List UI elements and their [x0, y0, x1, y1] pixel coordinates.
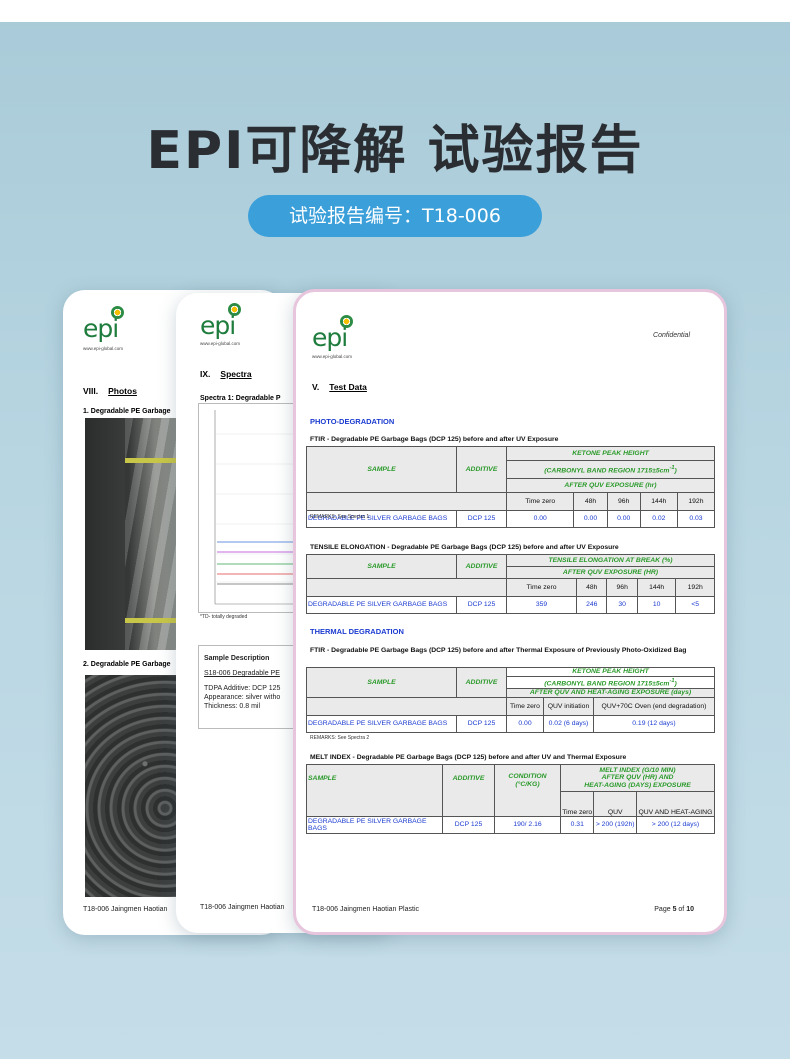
melt-index-table: SAMPLE ADDITIVE CONDITION (°C/KG) MELT IN… [306, 764, 716, 834]
col-header: 144h [636, 578, 677, 597]
col-header: 48h [576, 578, 608, 597]
header-melt-index: MELT INDEX (G/10 MIN) AFTER QUV (HR) AND H… [560, 764, 715, 792]
col-sample: SAMPLE [306, 667, 457, 698]
header-quv-heat: AFTER QUV AND HEAT-AGING EXPOSURE (days) [506, 687, 715, 699]
col-header: 48h [573, 492, 608, 511]
header-tensile: TENSILE ELONGATION AT BREAK (%) [506, 554, 715, 567]
header-quv: AFTER QUV EXPOSURE (hr) [506, 477, 715, 494]
photo-caption-1: 1. Degradable PE Garbage [83, 408, 171, 415]
section-heading: V. Test Data [312, 382, 367, 392]
additive-cell: DCP 125 [442, 816, 495, 834]
page-footer: T18-006 Jaingmen Haotian [83, 906, 168, 913]
value-cell: <5 [675, 596, 715, 614]
col-header: Time zero [505, 492, 575, 511]
col-header: QUV+70C Oven (end degradation) [592, 697, 716, 716]
condition-cell: 190/ 2.16 [494, 816, 561, 834]
photo-caption-2: 2. Degradable PE Garbage [83, 661, 171, 668]
col-header: QUV AND HEAT-AGING [635, 791, 716, 817]
photo-degradation-heading: PHOTO-DEGRADATION [310, 417, 395, 426]
sample-cell: DEGRADABLE PE SILVER GARBAGE BAGS [306, 715, 457, 733]
col-sample: SAMPLE [306, 446, 457, 493]
logo-url: www.epi-global.com [200, 341, 241, 346]
col-additive: ADDITIVE [456, 667, 507, 698]
ftir-thermal-table: SAMPLE ADDITIVE KETONE PEAK HEIGHT (CARB… [306, 666, 716, 733]
col-header: Time zero [559, 791, 595, 817]
value-cell: > 200 (12 days) [635, 816, 716, 834]
table-caption: MELT INDEX - Degradable PE Garbage Bags … [310, 754, 627, 761]
epi-logo: epi [83, 306, 124, 343]
col-sample: SAMPLE [306, 554, 457, 579]
col-header: 192h [676, 492, 716, 511]
col-additive: ADDITIVE [456, 554, 507, 579]
tensile-table: SAMPLE ADDITIVE TENSILE ELONGATION AT BR… [306, 554, 715, 614]
page-title: EPI可降解 试验报告 [146, 121, 644, 181]
col-sample: SAMPLE [306, 764, 443, 817]
col-header: 144h [639, 492, 678, 511]
value-cell: 0.03 [676, 510, 716, 528]
report-number-badge: 试验报告编号：T18-006 [248, 195, 542, 237]
additive-cell: DCP 125 [456, 510, 507, 528]
value-cell: 0.00 [573, 510, 608, 528]
table-caption: FTIR - Degradable PE Garbage Bags (DCP 1… [310, 436, 559, 443]
table-caption: FTIR - Degradable PE Garbage Bags (DCP 1… [310, 647, 687, 654]
value-cell: 0.02 (6 days) [542, 715, 594, 733]
sample-cell: DEGRADABLE PE SILVER GARBAGE BAGS [306, 816, 443, 834]
value-cell: 0.02 [639, 510, 678, 528]
page-footer: T18-006 Jaingmen Haotian Plastic [312, 906, 420, 913]
value-cell: 30 [606, 596, 638, 614]
value-cell: 0.19 (12 days) [592, 715, 716, 733]
flower-icon [111, 306, 124, 319]
remarks: REMARKS: See Spectra 2 [310, 735, 370, 741]
value-cell: 0.00 [506, 715, 544, 733]
value-cell: > 200 (192h) [593, 816, 637, 834]
value-cell: 10 [636, 596, 677, 614]
epi-logo: epi [312, 315, 353, 352]
epi-logo: epi [200, 303, 241, 340]
remarks: REMARKS: See Spectra 1 [310, 514, 370, 520]
header-quv: AFTER QUV EXPOSURE (HR) [506, 566, 715, 579]
value-cell: 246 [576, 596, 608, 614]
value-cell: 0.31 [559, 816, 595, 834]
value-cell: 0.00 [606, 510, 641, 528]
top-band [0, 0, 790, 22]
sample-cell: DEGRADABLE PE SILVER GARBAGE BAGS [306, 596, 457, 614]
report-page-test-data: epi www.epi-global.com Confidential V. Te… [293, 289, 727, 935]
col-header: 96h [606, 578, 638, 597]
header-ketone: KETONE PEAK HEIGHT [506, 666, 715, 678]
table-caption: TENSILE ELONGATION - Degradable PE Garba… [310, 544, 619, 551]
col-header: Time zero [506, 697, 544, 716]
col-additive: ADDITIVE [442, 764, 495, 817]
page-number: Page 5 of 10 [654, 906, 694, 913]
confidential-label: Confidential [653, 332, 690, 339]
col-header: 96h [606, 492, 641, 511]
header-carbonyl: (CARBONYL BAND REGION 1715±5cm-1) [506, 676, 715, 689]
flower-icon [340, 315, 353, 328]
thermal-degradation-heading: THERMAL DEGRADATION [310, 627, 404, 636]
value-cell: 359 [505, 596, 578, 614]
chart-note: *TD- totally degraded [200, 614, 248, 620]
col-header: Time zero [505, 578, 578, 597]
col-condition: CONDITION (°C/KG) [494, 764, 561, 817]
section-heading: IX. Spectra [200, 369, 252, 379]
logo-url: www.epi-global.com [83, 346, 124, 351]
additive-cell: DCP 125 [456, 715, 507, 733]
page-footer: T18-006 Jaingmen Haotian [200, 904, 285, 911]
logo-url: www.epi-global.com [312, 354, 353, 359]
flower-icon [228, 303, 241, 316]
header-carbonyl: (CARBONYL BAND REGION 1715±5cm-1) [506, 460, 715, 479]
header-ketone: KETONE PEAK HEIGHT [506, 445, 715, 462]
spectra-caption: Spectra 1: Degradable P [200, 395, 281, 402]
col-header: 192h [675, 578, 715, 597]
section-heading: VIII. Photos [83, 386, 137, 396]
value-cell: 0.00 [505, 510, 575, 528]
col-additive: ADDITIVE [456, 446, 507, 493]
additive-cell: DCP 125 [456, 596, 507, 614]
col-header: QUV [593, 791, 637, 817]
col-header: QUV initiation [542, 697, 594, 716]
